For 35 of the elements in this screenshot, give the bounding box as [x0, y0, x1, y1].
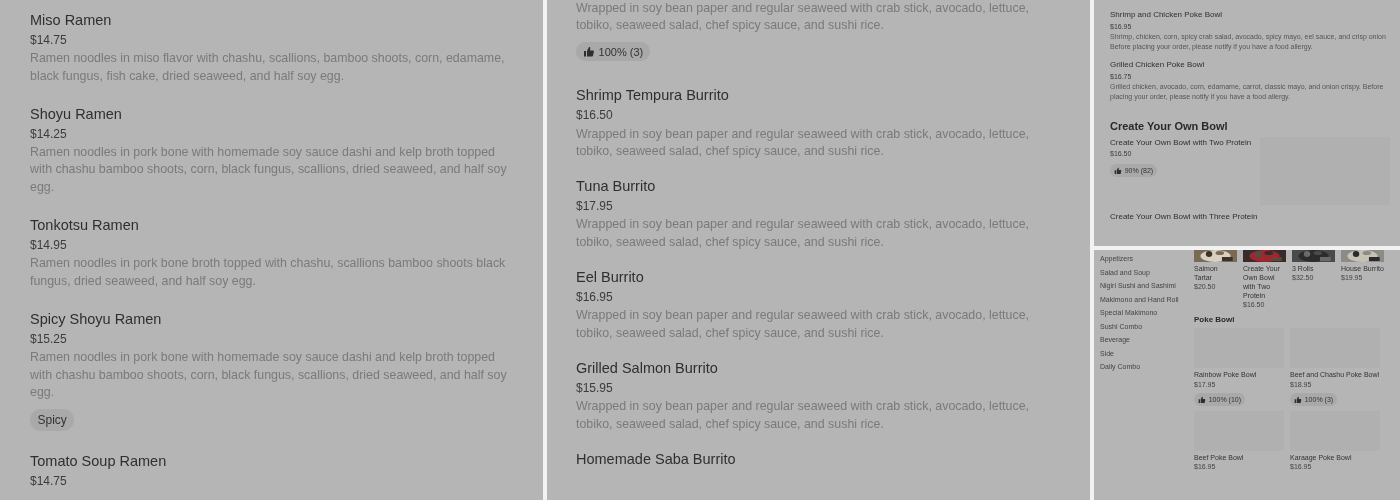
rating-badge: 100% (3) [576, 42, 651, 62]
item-title: Tuna Burrito [576, 177, 656, 197]
item-description: Ramen noodles in miso flavor with chashu, scallions, bamboo shoots, corn, edamame, black fungus, fish cake, dried seaweed, and half soy egg. [30, 50, 506, 85]
item-description: Ramen noodles in pork bone broth topped with chashu, scallions bamboo shoots black fungus, dried seaweed, and half soy egg. [30, 255, 507, 290]
item-price: $14.95 [30, 237, 67, 255]
item-price: $14.25 [30, 125, 67, 143]
item-price: $15.95 [576, 380, 613, 398]
item-price: $16.95 [576, 289, 613, 307]
item-description: Ramen noodles in pork bone with homemade soy sauce dashi and kelp broth topped with chashu bamboo shoots, corn, black fungus, scallions, dried seaweed, and half soy egg. [30, 349, 508, 402]
section-title: Poke Bowl [1194, 315, 1236, 325]
item-price: $14.75 [30, 473, 67, 491]
thumbs-up-icon [1294, 395, 1303, 404]
item-price: $16.50 [576, 107, 613, 125]
tag: Spicy [30, 409, 75, 432]
item-price: $15.25 [30, 331, 67, 349]
thumbs-up-icon [1198, 395, 1207, 404]
item-title: Create Your Own Bowl with Three Protein [1110, 210, 1258, 223]
item-title: Miso Ramen [30, 11, 112, 30]
section-title: Create Your Own Bowl [1110, 119, 1229, 132]
item-title: Grilled Salmon Burrito [576, 359, 718, 379]
thumbs-up-icon [582, 45, 595, 58]
item-title: Shrimp Tempura Burrito [576, 86, 729, 106]
item-title: Shoyu Ramen [30, 104, 122, 124]
item-price: $14.75 [30, 32, 67, 49]
item-title: Tonkotsu Ramen [30, 216, 139, 236]
item-title: Create Your Own Bowl with Two Protein [1110, 136, 1252, 149]
item-description: Ramen noodles in pork bone with homemade soy sauce dashi and kelp broth topped with chashu bamboo shoots, corn, black fungus, scallions, dried seaweed, and half soy egg. [30, 144, 508, 196]
item-title: Shrimp and Chicken Poke Bowl [1110, 9, 1223, 21]
item-title: Grilled Chicken Poke Bowl [1110, 59, 1205, 71]
item-title: Homemade Saba Burrito [576, 450, 736, 470]
item-title: Eel Burrito [576, 268, 644, 288]
item-title: Spicy Shoyu Ramen [30, 310, 162, 330]
item-price: $17.95 [576, 198, 613, 216]
thumbs-up-icon [1114, 166, 1123, 175]
item-title: Tomato Soup Ramen [30, 452, 167, 472]
